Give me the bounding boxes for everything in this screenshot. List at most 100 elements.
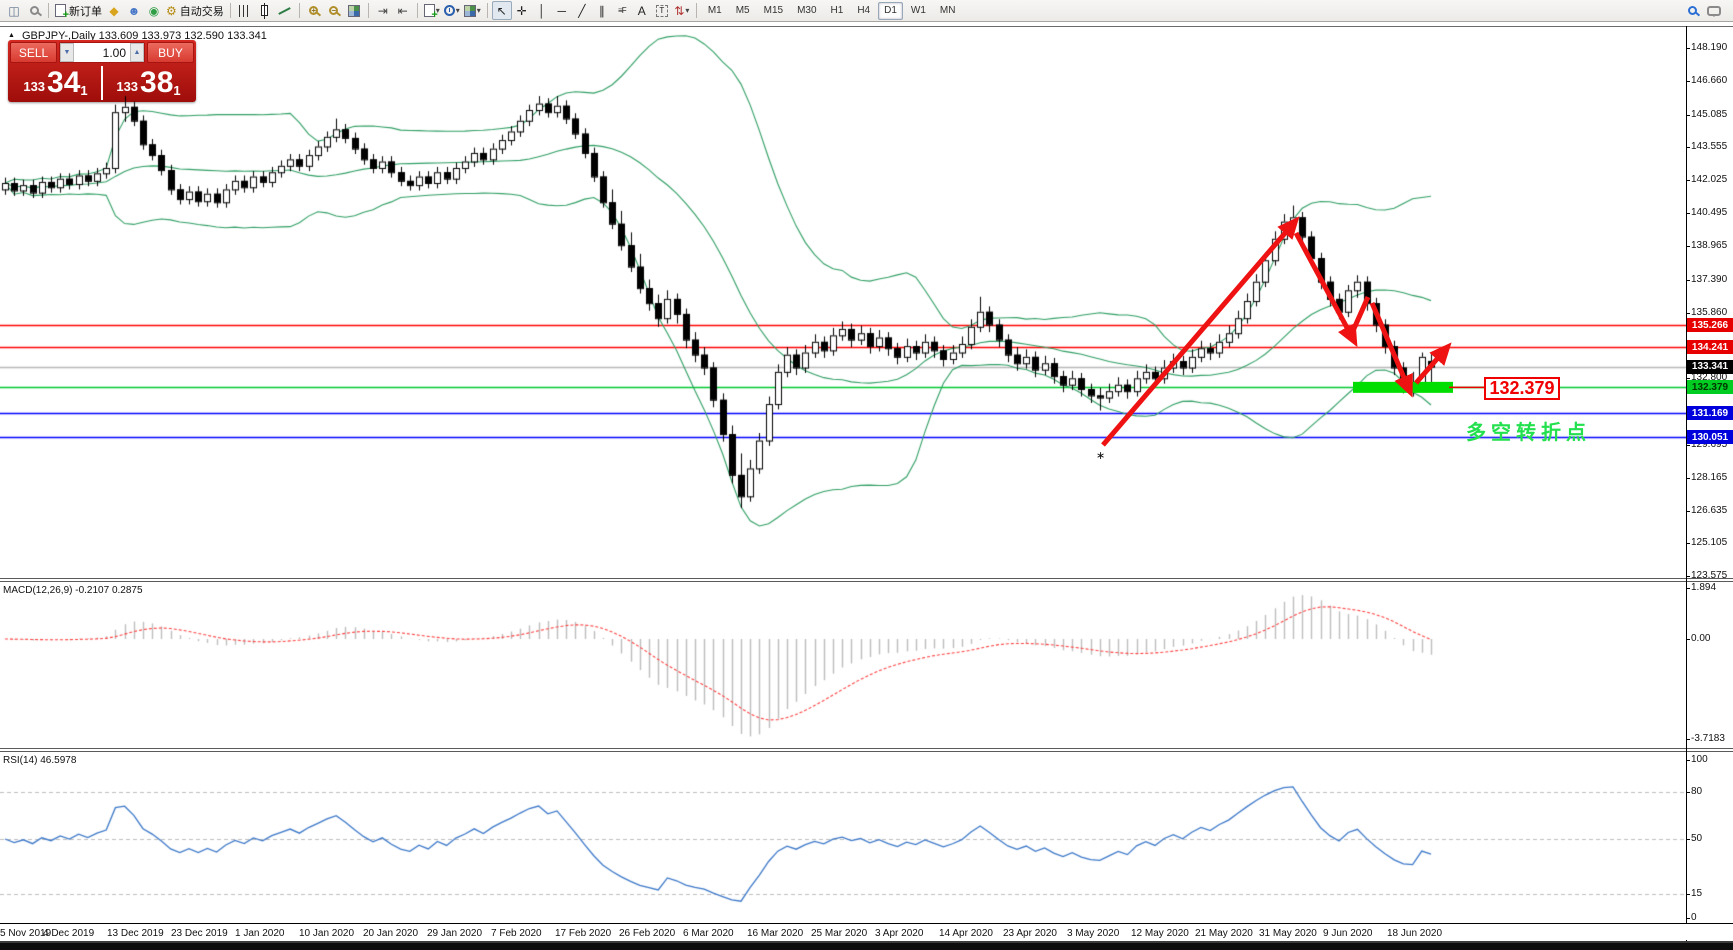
candles-chart-icon <box>261 5 268 16</box>
date-tick[interactable]: 23 Dec 2019 <box>171 928 228 939</box>
date-tick[interactable]: 17 Feb 2020 <box>555 928 611 939</box>
date-tick[interactable]: 12 May 2020 <box>1131 928 1189 939</box>
cursor-icon: ↖ <box>497 5 507 17</box>
macd-tick: -3.7183 <box>1691 733 1725 744</box>
trendline-icon[interactable]: ╱ <box>572 1 592 20</box>
toolbar-separator <box>48 3 49 18</box>
auto-scroll-icon[interactable]: ⇤ <box>393 1 413 20</box>
trend-arrow <box>1416 351 1444 383</box>
date-tick[interactable]: 23 Apr 2020 <box>1003 928 1057 939</box>
zoom-out-icon[interactable]: − <box>324 1 344 20</box>
rsi-tick: 15 <box>1691 888 1702 899</box>
timeframe-m30[interactable]: M30 <box>791 2 822 20</box>
styler-icon[interactable]: ◆ <box>104 1 124 20</box>
timeframe-mn[interactable]: MN <box>934 2 962 20</box>
fibonacci-icon[interactable]: ≡F <box>612 1 632 20</box>
templates-icon <box>464 5 476 17</box>
auto-trading-icon: ⚙ <box>166 5 177 17</box>
date-tick[interactable]: 29 Jan 2020 <box>427 928 482 939</box>
support-highlight-bar <box>1353 382 1453 393</box>
zoom-in-icon[interactable]: + <box>304 1 324 20</box>
crosshair-icon[interactable]: ✛ <box>512 1 532 20</box>
zoom-in-icon: + <box>309 6 318 15</box>
line-chart-icon[interactable] <box>275 1 295 20</box>
new-order-button-label: 新订单 <box>69 3 102 19</box>
new-order-button[interactable]: 新订单 <box>53 1 104 20</box>
label-icon: T <box>656 5 668 17</box>
horizontal-line-icon[interactable]: ─ <box>552 1 572 20</box>
date-tick[interactable]: 20 Jan 2020 <box>363 928 418 939</box>
vertical-line-icon: │ <box>538 5 546 17</box>
text-icon[interactable]: A <box>632 1 652 20</box>
date-axis[interactable]: 5 Nov 20194 Dec 201913 Dec 201923 Dec 20… <box>0 923 1733 940</box>
date-tick[interactable]: 31 May 2020 <box>1259 928 1317 939</box>
date-tick[interactable]: 18 Jun 2020 <box>1387 928 1442 939</box>
chevron-down-icon[interactable]: ▾ <box>685 6 689 15</box>
date-tick[interactable]: 21 May 2020 <box>1195 928 1253 939</box>
signal-icon: ◉ <box>149 5 159 17</box>
price-badge: 131.169 <box>1687 406 1733 420</box>
toolbar-separator <box>368 3 369 18</box>
timeframe-h1[interactable]: H1 <box>825 2 850 20</box>
timeframe-m5[interactable]: M5 <box>730 2 756 20</box>
cursor-icon[interactable]: ↖ <box>492 1 512 20</box>
price-tick: 135.860 <box>1691 307 1727 318</box>
tile-windows-icon[interactable] <box>344 1 364 20</box>
rsi-tick: 50 <box>1691 833 1702 844</box>
candles-chart-icon[interactable] <box>255 1 275 20</box>
macd-label: MACD(12,26,9) -0.2107 0.2875 <box>3 585 143 596</box>
timeframe-d1[interactable]: D1 <box>878 2 903 20</box>
auto-trading-button-label: 自动交易 <box>180 3 224 19</box>
indicators-icon <box>424 4 435 17</box>
price-tick: 146.660 <box>1691 75 1727 86</box>
charts-window-icon[interactable]: ◫ <box>4 1 24 20</box>
chevron-down-icon[interactable]: ▾ <box>456 6 460 15</box>
timeframe-m15[interactable]: M15 <box>758 2 789 20</box>
equidistant-channel-icon[interactable]: ∥ <box>592 1 612 20</box>
vertical-line-icon[interactable]: │ <box>532 1 552 20</box>
indicators-button[interactable]: ▾ <box>422 1 442 20</box>
trend-arrow <box>1372 303 1408 387</box>
label-icon[interactable]: T <box>652 1 672 20</box>
rsi-canvas[interactable] <box>0 752 1686 923</box>
date-tick[interactable]: 14 Apr 2020 <box>939 928 993 939</box>
date-tick[interactable]: 3 Apr 2020 <box>875 928 923 939</box>
price-badge: 134.241 <box>1687 340 1733 354</box>
arrows-icon[interactable]: ⇅▾ <box>672 1 692 20</box>
date-tick[interactable]: 9 Jun 2020 <box>1323 928 1373 939</box>
templates-button[interactable]: ▾ <box>462 1 483 20</box>
date-tick[interactable]: 1 Jan 2020 <box>235 928 285 939</box>
chart-shift-icon: ⇥ <box>378 5 388 17</box>
timeframe-m1[interactable]: M1 <box>702 2 728 20</box>
periods-button[interactable]: ▾ <box>442 1 462 20</box>
price-tick: 128.165 <box>1691 472 1727 483</box>
date-tick[interactable]: 6 Mar 2020 <box>683 928 734 939</box>
date-tick[interactable]: 13 Dec 2019 <box>107 928 164 939</box>
price-tick: 123.575 <box>1691 570 1727 581</box>
chat-icon[interactable] <box>1707 6 1721 16</box>
turning-point-text[interactable]: 多空转折点 <box>1466 416 1591 445</box>
bars-chart-icon[interactable] <box>235 1 255 20</box>
timeframe-h4[interactable]: H4 <box>851 2 876 20</box>
date-tick[interactable]: 16 Mar 2020 <box>747 928 803 939</box>
price-badge: 135.266 <box>1687 318 1733 332</box>
chevron-down-icon[interactable]: ▾ <box>477 6 481 15</box>
timeframe-w1[interactable]: W1 <box>905 2 932 20</box>
profiles-icon[interactable] <box>24 1 44 20</box>
date-tick[interactable]: 7 Feb 2020 <box>491 928 542 939</box>
community-icon[interactable]: ☻ <box>124 1 144 20</box>
macd-canvas[interactable] <box>0 582 1686 748</box>
chart-shift-icon[interactable]: ⇥ <box>373 1 393 20</box>
date-tick[interactable]: 26 Feb 2020 <box>619 928 675 939</box>
date-tick[interactable]: 4 Dec 2019 <box>43 928 94 939</box>
fibonacci-icon: ≡F <box>618 6 626 15</box>
signal-icon[interactable]: ◉ <box>144 1 164 20</box>
bars-chart-icon <box>239 5 251 17</box>
search-icon[interactable] <box>1688 6 1697 15</box>
date-tick[interactable]: 3 May 2020 <box>1067 928 1119 939</box>
charts-window-icon: ◫ <box>8 5 19 17</box>
date-tick[interactable]: 10 Jan 2020 <box>299 928 354 939</box>
level-annotation-box[interactable]: 132.379 <box>1484 377 1560 400</box>
date-tick[interactable]: 25 Mar 2020 <box>811 928 867 939</box>
auto-trading-button[interactable]: ⚙自动交易 <box>164 1 226 20</box>
